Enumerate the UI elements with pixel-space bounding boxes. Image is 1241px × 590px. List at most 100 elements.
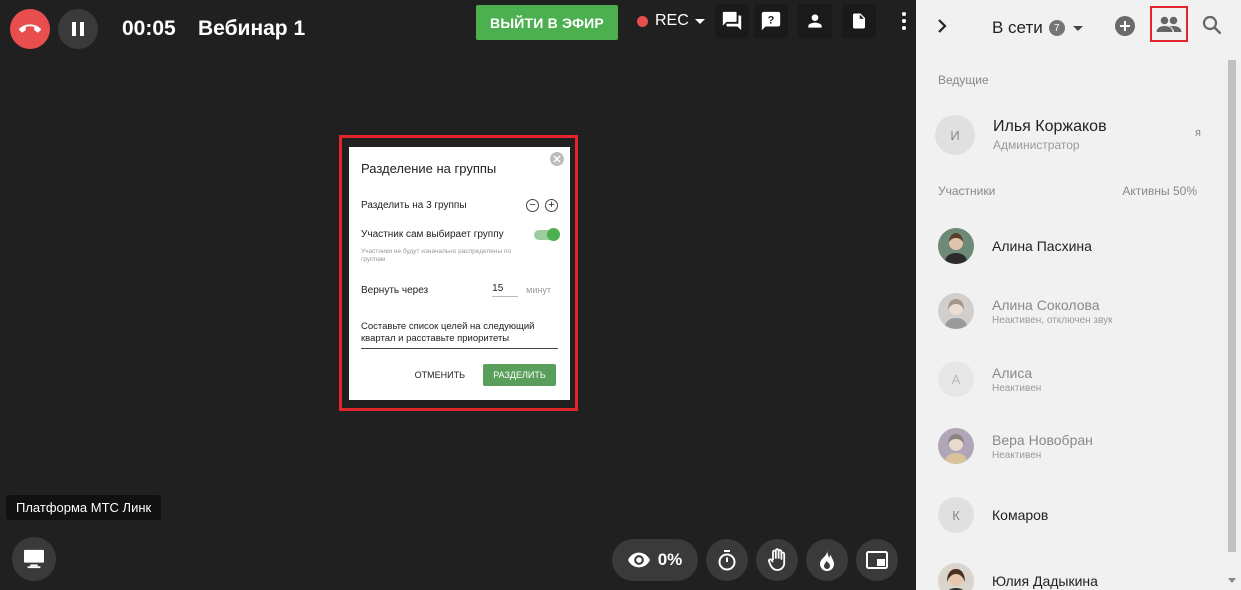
list-item[interactable]: Вера Новобран Неактивен — [938, 426, 1201, 466]
close-button[interactable] — [550, 152, 564, 166]
participant-name: Алина Соколова — [992, 296, 1100, 313]
people-icon — [1156, 16, 1182, 32]
plus-icon — [1120, 21, 1130, 31]
svg-text:?: ? — [768, 14, 775, 26]
participants-panel: В сети 7 Ведущие И Илья Коржаков Админис… — [916, 0, 1241, 590]
search-button[interactable] — [1202, 15, 1222, 40]
hangup-button[interactable] — [10, 9, 50, 49]
return-minutes-input[interactable]: 15 — [492, 283, 519, 297]
avatar — [938, 293, 974, 329]
bottom-toolbar: 0% — [612, 539, 898, 581]
profile-button[interactable] — [798, 4, 832, 38]
online-label: В сети — [992, 18, 1043, 37]
return-after-row: Вернуть через 15 минут — [361, 283, 558, 297]
group-count-row: Разделить на 3 группы − + — [361, 199, 558, 212]
list-item[interactable]: Юлия Дадыкина — [938, 561, 1201, 590]
avatar — [938, 428, 974, 464]
hosts-section-label: Ведущие — [938, 73, 989, 87]
views-percent: 0% — [657, 550, 683, 569]
chevron-right-icon — [938, 19, 947, 33]
fire-icon — [820, 549, 834, 571]
participant-status: Неактивен, отключен звук — [992, 314, 1113, 326]
platform-tooltip: Платформа МТС Линк — [6, 495, 162, 520]
views-button[interactable]: 0% — [612, 539, 698, 581]
self-choose-toggle[interactable] — [534, 227, 560, 241]
participant-name: Юлия Дадыкина — [992, 573, 1098, 589]
chevron-down-icon — [1072, 25, 1083, 31]
cancel-button[interactable]: ОТМЕНИТЬ — [415, 370, 465, 380]
picture-in-picture-button[interactable] — [856, 539, 898, 581]
group-count-label: Разделить на 3 группы — [361, 200, 467, 211]
timer-button[interactable] — [706, 539, 748, 581]
avatar: К — [938, 497, 974, 533]
participant-name: Комаров — [992, 507, 1049, 523]
participant-name: Илья Коржаков — [993, 118, 1107, 135]
self-choose-hint: Участники не будут изначально распределе… — [361, 248, 512, 264]
go-live-button[interactable]: ВЫЙТИ В ЭФИР — [476, 5, 618, 40]
raise-hand-button[interactable] — [756, 539, 798, 581]
scrollbar-thumb[interactable] — [1228, 60, 1236, 552]
minus-icon[interactable]: − — [526, 199, 539, 212]
files-button[interactable] — [842, 4, 876, 38]
online-filter-dropdown[interactable]: В сети 7 — [992, 18, 1083, 38]
participant-name: Алиса — [992, 364, 1033, 381]
chat-icon — [722, 11, 742, 31]
list-item[interactable]: Алина Соколова Неактивен, отключен звук — [938, 291, 1201, 331]
screen-share-button[interactable] — [12, 537, 56, 581]
scroll-down-arrow-icon[interactable] — [1228, 578, 1236, 583]
search-icon — [1202, 15, 1222, 35]
avatar — [938, 228, 974, 264]
list-item[interactable]: Алина Пасхина — [938, 226, 1201, 266]
avatar: И — [935, 115, 975, 155]
breakout-groups-dialog: Разделение на группы Разделить на 3 груп… — [349, 147, 570, 400]
questions-button[interactable]: ? — [754, 4, 788, 38]
participant-name: Вера Новобран — [992, 431, 1093, 448]
pause-button[interactable] — [58, 9, 98, 49]
pip-icon — [866, 551, 888, 569]
list-item[interactable]: А Алиса Неактивен — [938, 359, 1201, 399]
phone-hangup-icon — [19, 24, 41, 33]
monitor-icon — [24, 549, 44, 569]
avatar — [938, 563, 974, 590]
panel-header: В сети 7 — [916, 0, 1241, 56]
person-icon — [808, 14, 822, 28]
return-after-label: Вернуть через — [361, 284, 429, 296]
online-count-badge: 7 — [1048, 20, 1065, 36]
self-choose-label: Участник сам выбирает группу — [361, 229, 504, 240]
self-tag: я — [1195, 127, 1201, 139]
eye-icon — [627, 552, 650, 568]
user-photo-icon — [938, 293, 974, 329]
breakout-groups-button[interactable] — [1150, 6, 1188, 42]
list-item[interactable]: И Илья Коржаков Администратор я — [935, 115, 1201, 155]
document-icon — [853, 13, 865, 29]
add-participant-button[interactable] — [1115, 16, 1135, 36]
plus-icon[interactable]: + — [545, 199, 558, 212]
rec-dropdown[interactable]: REC — [637, 12, 705, 30]
rec-label: REC — [655, 12, 689, 29]
question-icon: ? — [761, 11, 781, 31]
chevron-down-icon — [694, 18, 705, 24]
split-button[interactable]: РАЗДЕЛИТЬ — [483, 364, 556, 386]
dialog-title: Разделение на группы — [361, 161, 497, 176]
task-textarea[interactable]: Составьте список целей на следующий квар… — [361, 321, 558, 349]
chat-button[interactable] — [715, 4, 749, 38]
collapse-panel-button[interactable] — [936, 18, 948, 39]
participant-role: Администратор — [993, 138, 1080, 152]
participant-name: Алина Пасхина — [992, 238, 1092, 254]
reactions-button[interactable] — [806, 539, 848, 581]
self-choose-row: Участник сам выбирает группу — [361, 227, 560, 241]
participants-section-label: Участники — [938, 184, 996, 198]
more-vertical-icon — [902, 12, 906, 30]
session-timer: 00:05 — [122, 17, 176, 40]
user-photo-icon — [938, 228, 974, 264]
active-percent-label: Активны 50% — [1122, 184, 1197, 198]
participants-list[interactable]: Ведущие И Илья Коржаков Администратор я … — [916, 56, 1241, 590]
webinar-title: Вебинар 1 — [198, 17, 306, 40]
pause-icon — [72, 22, 84, 36]
return-unit-label: минут — [526, 285, 551, 295]
dialog-actions: ОТМЕНИТЬ РАЗДЕЛИТЬ — [415, 364, 556, 386]
list-item[interactable]: К Комаров — [938, 495, 1201, 535]
close-icon — [553, 155, 561, 163]
avatar: А — [938, 361, 974, 397]
hand-icon — [768, 548, 786, 571]
